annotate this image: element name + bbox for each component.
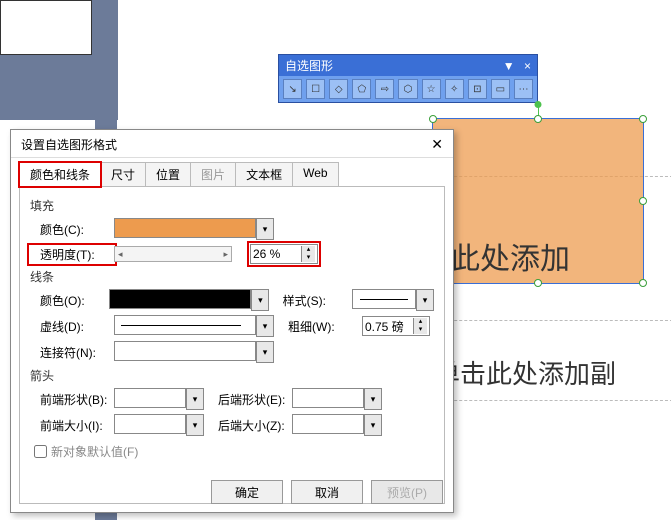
- dash-swatch: [114, 315, 256, 335]
- weight-label: 粗细(W):: [288, 318, 362, 335]
- default-checkbox[interactable]: [34, 445, 47, 458]
- shape-tool-icon[interactable]: ⋯: [514, 79, 533, 99]
- chevron-down-icon[interactable]: ▾: [256, 341, 274, 363]
- shape-tool-icon[interactable]: ⇨: [375, 79, 394, 99]
- cancel-button[interactable]: 取消: [291, 480, 363, 504]
- autoshapes-toolbar: 自选图形 ▼ × ↘ ☐ ◇ ⬠ ⇨ ⬡ ☆ ✧ ⊡ ▭ ⋯: [278, 54, 538, 103]
- begin-style-label: 前端形状(B):: [30, 391, 114, 408]
- line-color-label: 颜色(O):: [30, 292, 109, 309]
- begin-style-combo[interactable]: ▾: [114, 388, 204, 410]
- begin-size-swatch: [114, 414, 186, 434]
- fill-color-combo[interactable]: ▾: [114, 218, 274, 240]
- transparency-label: 透明度(T):: [30, 246, 114, 263]
- transparency-input[interactable]: [251, 246, 301, 262]
- resize-handle[interactable]: [639, 115, 647, 123]
- default-checkbox-label: 新对象默认值(F): [51, 443, 138, 460]
- fill-color-swatch: [114, 218, 256, 238]
- chevron-down-icon[interactable]: ▾: [364, 388, 382, 410]
- line-style-swatch: [352, 289, 416, 309]
- fill-group-label: 填充: [30, 197, 434, 214]
- connector-swatch: [114, 341, 256, 361]
- end-style-swatch: [292, 388, 364, 408]
- toolbar-menu-icon[interactable]: ▼: [503, 59, 515, 73]
- tab-pane: 填充 颜色(C): ▾ 透明度(T): ◂ ▸ ▴ ▾ 线条: [19, 186, 445, 504]
- tab-web[interactable]: Web: [292, 162, 338, 187]
- shape-tool-icon[interactable]: ⬡: [398, 79, 417, 99]
- chevron-down-icon[interactable]: ▾: [256, 315, 274, 337]
- line-group-label: 线条: [30, 268, 434, 285]
- toolbar-close-icon[interactable]: ×: [524, 59, 531, 73]
- shape-tool-icon[interactable]: ▭: [491, 79, 510, 99]
- dash-label: 虚线(D):: [30, 318, 114, 335]
- line-style-combo[interactable]: ▾: [352, 289, 434, 311]
- dialog-button-row: 确定 取消 预览(P): [211, 480, 443, 504]
- transparency-slider[interactable]: ◂ ▸: [114, 246, 232, 262]
- end-size-swatch: [292, 414, 364, 434]
- slider-left-icon[interactable]: ◂: [118, 249, 123, 260]
- toolbar-titlebar[interactable]: 自选图形 ▼ ×: [279, 55, 537, 76]
- line-style-label: 样式(S):: [283, 292, 352, 309]
- preview-button[interactable]: 预览(P): [371, 480, 443, 504]
- fill-color-label: 颜色(C):: [30, 221, 114, 238]
- shape-tool-icon[interactable]: ⊡: [468, 79, 487, 99]
- line-color-swatch: [109, 289, 251, 309]
- toolbar-buttons-row: ↘ ☐ ◇ ⬠ ⇨ ⬡ ☆ ✧ ⊡ ▭ ⋯: [279, 76, 537, 102]
- tab-picture[interactable]: 图片: [190, 162, 236, 187]
- resize-handle[interactable]: [429, 115, 437, 123]
- tab-size[interactable]: 尺寸: [100, 162, 146, 187]
- tab-position[interactable]: 位置: [145, 162, 191, 187]
- shape-tool-icon[interactable]: ◇: [329, 79, 348, 99]
- shape-tool-icon[interactable]: ☆: [422, 79, 441, 99]
- resize-handle[interactable]: [534, 115, 542, 123]
- rotate-handle-icon[interactable]: [535, 101, 542, 108]
- resize-handle[interactable]: [534, 279, 542, 287]
- dash-combo[interactable]: ▾: [114, 315, 274, 337]
- slider-right-icon[interactable]: ▸: [223, 249, 228, 260]
- spin-up-icon[interactable]: ▴: [301, 246, 315, 254]
- chevron-down-icon[interactable]: ▾: [186, 414, 204, 436]
- slide-thumbnail[interactable]: [0, 0, 92, 55]
- begin-style-swatch: [114, 388, 186, 408]
- ok-button[interactable]: 确定: [211, 480, 283, 504]
- close-icon[interactable]: ✕: [431, 136, 443, 153]
- shape-tool-icon[interactable]: ☐: [306, 79, 325, 99]
- spin-down-icon[interactable]: ▾: [301, 254, 315, 262]
- format-autoshape-dialog: 设置自选图形格式 ✕ 颜色和线条 尺寸 位置 图片 文本框 Web 填充 颜色(…: [10, 129, 454, 513]
- chevron-down-icon[interactable]: ▾: [416, 289, 434, 311]
- resize-handle[interactable]: [639, 197, 647, 205]
- tab-colors-lines[interactable]: 颜色和线条: [19, 162, 101, 187]
- chevron-down-icon[interactable]: ▾: [186, 388, 204, 410]
- end-size-combo[interactable]: ▾: [292, 414, 382, 436]
- spin-down-icon[interactable]: ▾: [413, 326, 427, 334]
- arrow-group-label: 箭头: [30, 367, 434, 384]
- subtitle-placeholder-text[interactable]: 单击此处添加副: [434, 354, 616, 391]
- weight-input[interactable]: [363, 318, 413, 334]
- transparency-spinner[interactable]: ▴ ▾: [250, 244, 318, 264]
- shape-tool-icon[interactable]: ✧: [445, 79, 464, 99]
- dialog-title-text: 设置自选图形格式: [21, 136, 117, 153]
- end-style-combo[interactable]: ▾: [292, 388, 382, 410]
- end-style-label: 后端形状(E):: [218, 391, 292, 408]
- chevron-down-icon[interactable]: ▾: [251, 289, 269, 311]
- resize-handle[interactable]: [639, 279, 647, 287]
- end-size-label: 后端大小(Z):: [218, 417, 292, 434]
- line-color-combo[interactable]: ▾: [109, 289, 269, 311]
- shape-tool-icon[interactable]: ↘: [283, 79, 302, 99]
- begin-size-label: 前端大小(I):: [30, 417, 114, 434]
- weight-spinner[interactable]: ▴ ▾: [362, 316, 430, 336]
- begin-size-combo[interactable]: ▾: [114, 414, 204, 436]
- tab-textbox[interactable]: 文本框: [235, 162, 293, 187]
- connector-combo[interactable]: ▾: [114, 341, 274, 363]
- dialog-titlebar[interactable]: 设置自选图形格式 ✕: [11, 130, 453, 158]
- chevron-down-icon[interactable]: ▾: [364, 414, 382, 436]
- connector-label: 连接符(N):: [30, 344, 114, 361]
- chevron-down-icon[interactable]: ▾: [256, 218, 274, 240]
- shape-tool-icon[interactable]: ⬠: [352, 79, 371, 99]
- toolbar-title-text: 自选图形: [285, 57, 333, 74]
- spin-up-icon[interactable]: ▴: [413, 318, 427, 326]
- dialog-tabs: 颜色和线条 尺寸 位置 图片 文本框 Web: [19, 162, 445, 187]
